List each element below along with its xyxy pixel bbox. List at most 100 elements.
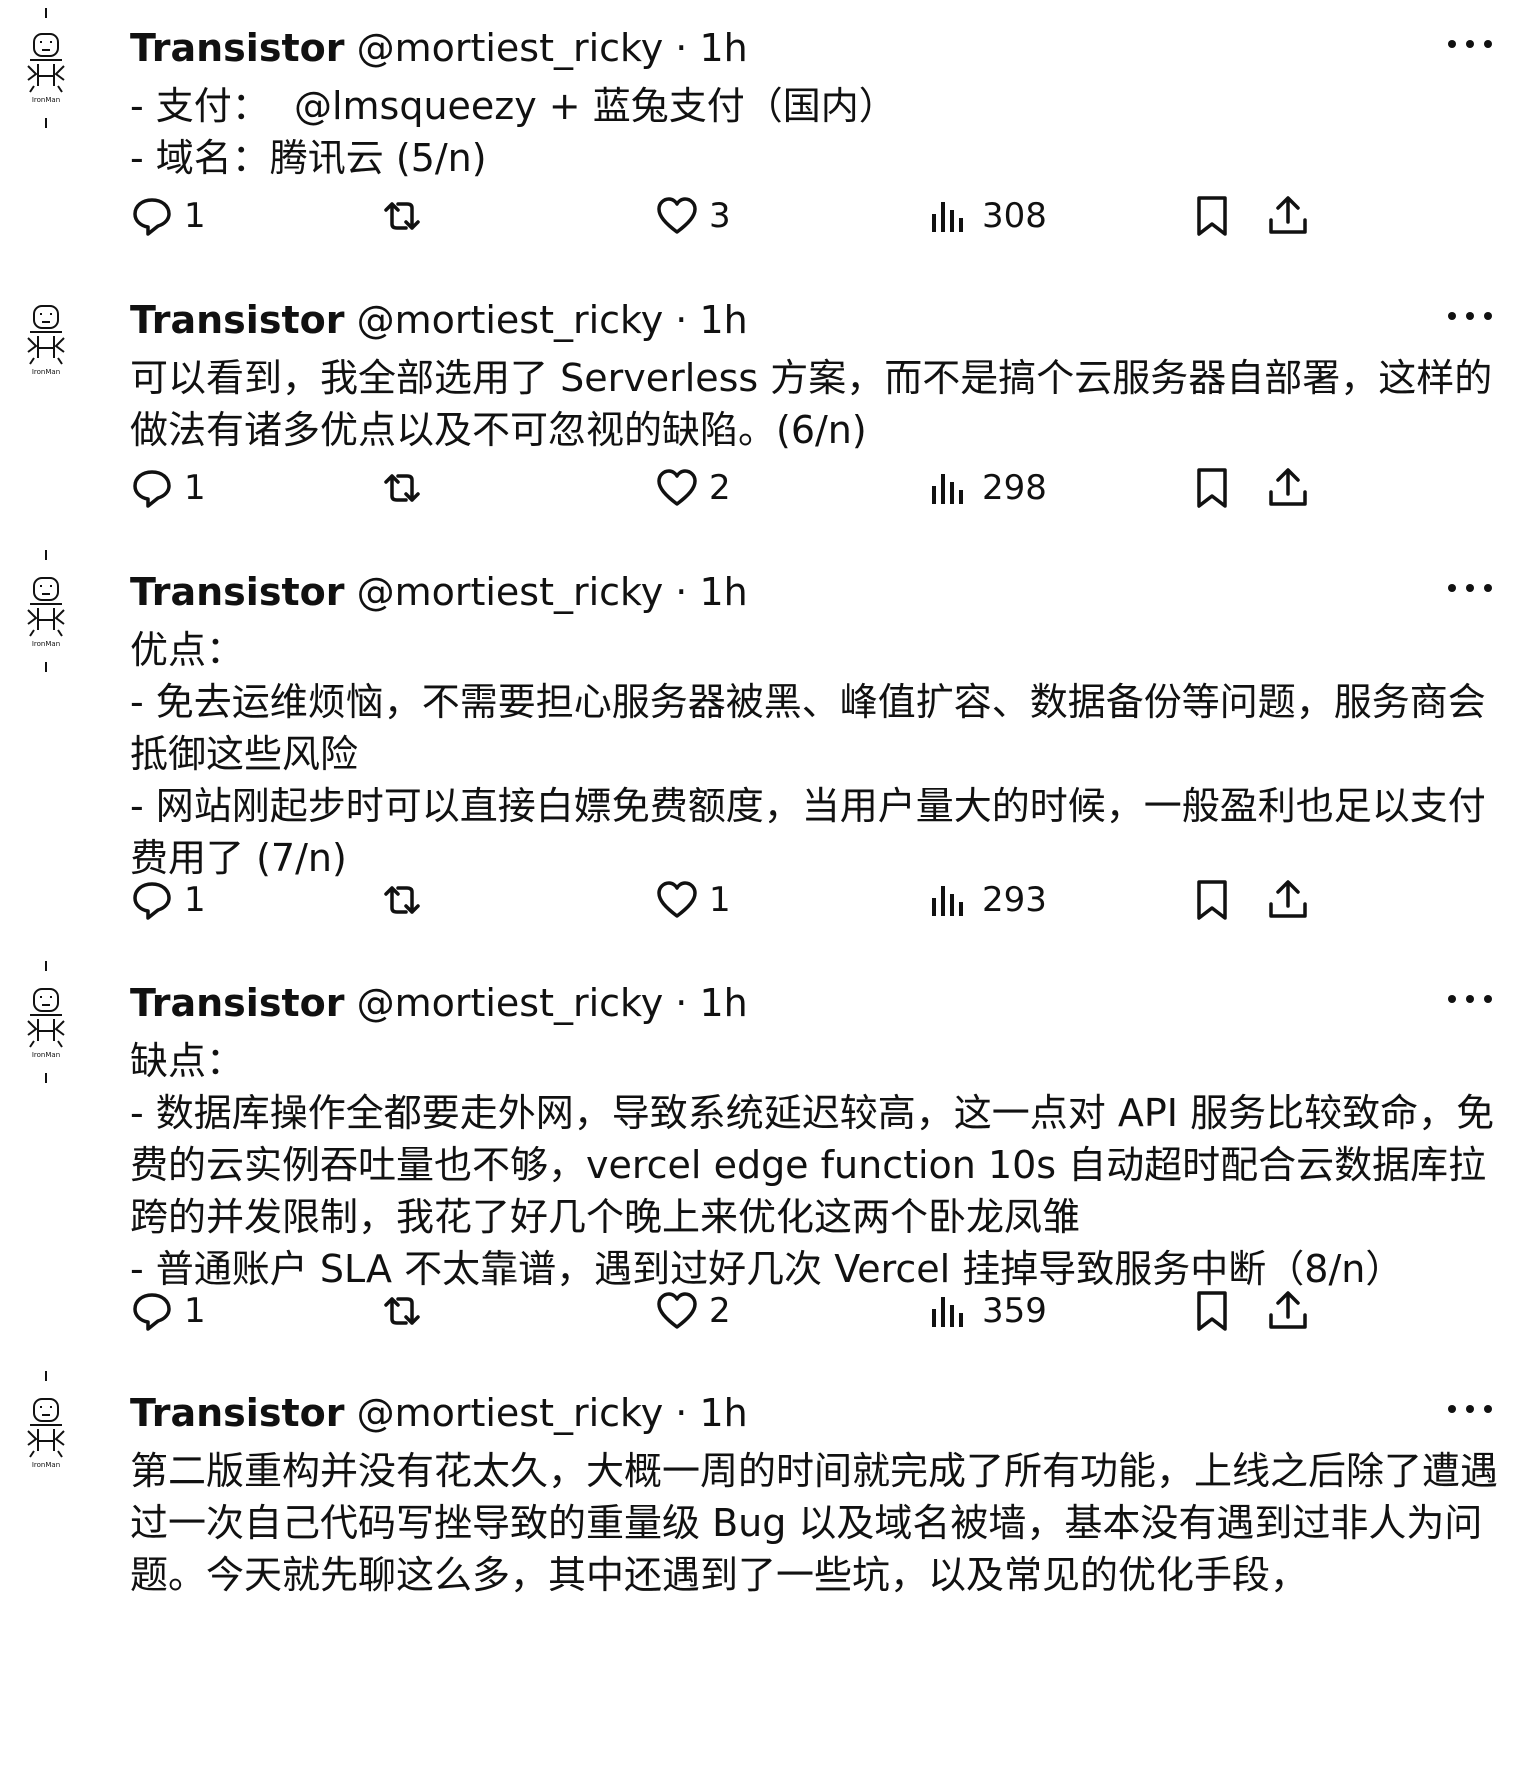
author-handle[interactable]: @mortiest_ricky: [357, 1391, 664, 1435]
retweet-arrows-icon: [384, 1297, 420, 1325]
thread-line: [45, 118, 47, 128]
views-count: 298: [982, 468, 1047, 508]
views-button[interactable]: 293: [928, 870, 1047, 930]
reply-bubble-icon: [133, 1293, 171, 1331]
bookmark-button[interactable]: [1190, 186, 1234, 246]
share-upload-icon: [1269, 1291, 1307, 1329]
avatar[interactable]: IronMan: [20, 574, 72, 650]
like-count: 3: [709, 196, 731, 236]
svg-text:IronMan: IronMan: [32, 640, 60, 648]
views-bars-icon: [932, 886, 963, 916]
share-button[interactable]: [1266, 458, 1310, 518]
avatar[interactable]: IronMan: [20, 1395, 72, 1471]
views-count: 359: [982, 1291, 1047, 1331]
reply-button[interactable]: 1: [130, 458, 206, 518]
like-count: 2: [709, 1291, 731, 1331]
reply-bubble-icon: [133, 198, 171, 236]
timestamp[interactable]: 1h: [699, 981, 747, 1025]
like-count: 1: [709, 880, 731, 920]
retweet-arrows-icon: [384, 202, 420, 230]
tweet-header: Transistor @mortiest_ricky · 1h: [130, 1387, 748, 1439]
tweet-header: Transistor @mortiest_ricky · 1h: [130, 977, 748, 1029]
retweet-button[interactable]: [380, 870, 434, 930]
views-button[interactable]: 298: [928, 458, 1047, 518]
timestamp[interactable]: 1h: [699, 26, 747, 70]
thread-line: [45, 1371, 47, 1381]
like-button[interactable]: 1: [655, 870, 731, 930]
reply-count: 1: [184, 1291, 206, 1331]
views-count: 308: [982, 196, 1047, 236]
bookmark-icon: [1197, 196, 1227, 236]
bookmark-button[interactable]: [1190, 1281, 1234, 1341]
author-name[interactable]: Transistor: [130, 1391, 344, 1435]
author-handle[interactable]: @mortiest_ricky: [357, 981, 664, 1025]
share-button[interactable]: [1266, 870, 1310, 930]
reply-bubble-icon: [133, 470, 171, 508]
timestamp[interactable]: 1h: [699, 570, 747, 614]
timestamp[interactable]: 1h: [699, 298, 747, 342]
avatar[interactable]: IronMan: [20, 302, 72, 378]
views-bars-icon: [932, 1297, 963, 1327]
views-count: 293: [982, 880, 1047, 920]
author-handle[interactable]: @mortiest_ricky: [357, 570, 664, 614]
like-button[interactable]: 3: [655, 186, 731, 246]
heart-icon: [657, 469, 697, 506]
reply-button[interactable]: 1: [130, 1281, 206, 1341]
share-button[interactable]: [1266, 186, 1310, 246]
reply-count: 1: [184, 196, 206, 236]
retweet-button[interactable]: [380, 186, 434, 246]
separator: ·: [675, 298, 688, 342]
views-button[interactable]: 359: [928, 1281, 1047, 1341]
retweet-arrows-icon: [384, 474, 420, 502]
avatar[interactable]: IronMan: [20, 985, 72, 1061]
author-handle[interactable]: @mortiest_ricky: [357, 298, 664, 342]
tweet-actions: 1 2 298: [130, 458, 1500, 518]
share-button[interactable]: [1266, 1281, 1310, 1341]
bookmark-icon: [1197, 880, 1227, 920]
author-name[interactable]: Transistor: [130, 981, 344, 1025]
separator: ·: [675, 981, 688, 1025]
author-name[interactable]: Transistor: [130, 26, 344, 70]
author-handle[interactable]: @mortiest_ricky: [357, 26, 664, 70]
more-dots-icon[interactable]: [1440, 985, 1500, 1021]
like-button[interactable]: 2: [655, 458, 731, 518]
bookmark-button[interactable]: [1190, 870, 1234, 930]
svg-text:IronMan: IronMan: [32, 1051, 60, 1059]
tweet-actions: 1 1 293: [130, 870, 1500, 930]
timestamp[interactable]: 1h: [699, 1391, 747, 1435]
author-name[interactable]: Transistor: [130, 570, 344, 614]
tweet-text: 可以看到，我全部选用了 Serverless 方案，而不是搞个云服务器自部署，这…: [130, 356, 1493, 452]
reply-button[interactable]: 1: [130, 186, 206, 246]
share-upload-icon: [1269, 468, 1307, 506]
more-dots-icon[interactable]: [1440, 302, 1500, 338]
tweet-header: Transistor @mortiest_ricky · 1h: [130, 22, 748, 74]
thread-line: [45, 961, 47, 971]
more-dots-icon[interactable]: [1440, 574, 1500, 610]
reply-button[interactable]: 1: [130, 870, 206, 930]
avatar[interactable]: IronMan: [20, 30, 72, 106]
heart-icon: [657, 197, 697, 234]
more-dots-icon[interactable]: [1440, 1395, 1500, 1431]
reply-count: 1: [184, 468, 206, 508]
tweet-text: - 支付： @lmsqueezy + 蓝兔支付（国内） - 域名：腾讯云 (5/…: [130, 84, 897, 180]
views-bars-icon: [932, 202, 963, 232]
like-button[interactable]: 2: [655, 1281, 731, 1341]
tweet-header: Transistor @mortiest_ricky · 1h: [130, 566, 748, 618]
separator: ·: [675, 26, 688, 70]
author-name[interactable]: Transistor: [130, 298, 344, 342]
tweet-text: 优点： - 免去运维烦恼，不需要担心服务器被黑、峰值扩容、数据备份等问题，服务商…: [130, 628, 1486, 880]
retweet-button[interactable]: [380, 458, 434, 518]
svg-text:IronMan: IronMan: [32, 1461, 60, 1469]
more-dots-icon[interactable]: [1440, 30, 1500, 66]
thread-line: [45, 1073, 47, 1083]
heart-icon: [657, 1292, 697, 1329]
retweet-arrows-icon: [384, 886, 420, 914]
retweet-button[interactable]: [380, 1281, 434, 1341]
tweet-actions: 1 2 359: [130, 1281, 1500, 1341]
separator: ·: [675, 1391, 688, 1435]
reply-count: 1: [184, 880, 206, 920]
bookmark-button[interactable]: [1190, 458, 1234, 518]
bookmark-icon: [1197, 1291, 1227, 1331]
views-button[interactable]: 308: [928, 186, 1047, 246]
share-upload-icon: [1269, 880, 1307, 918]
